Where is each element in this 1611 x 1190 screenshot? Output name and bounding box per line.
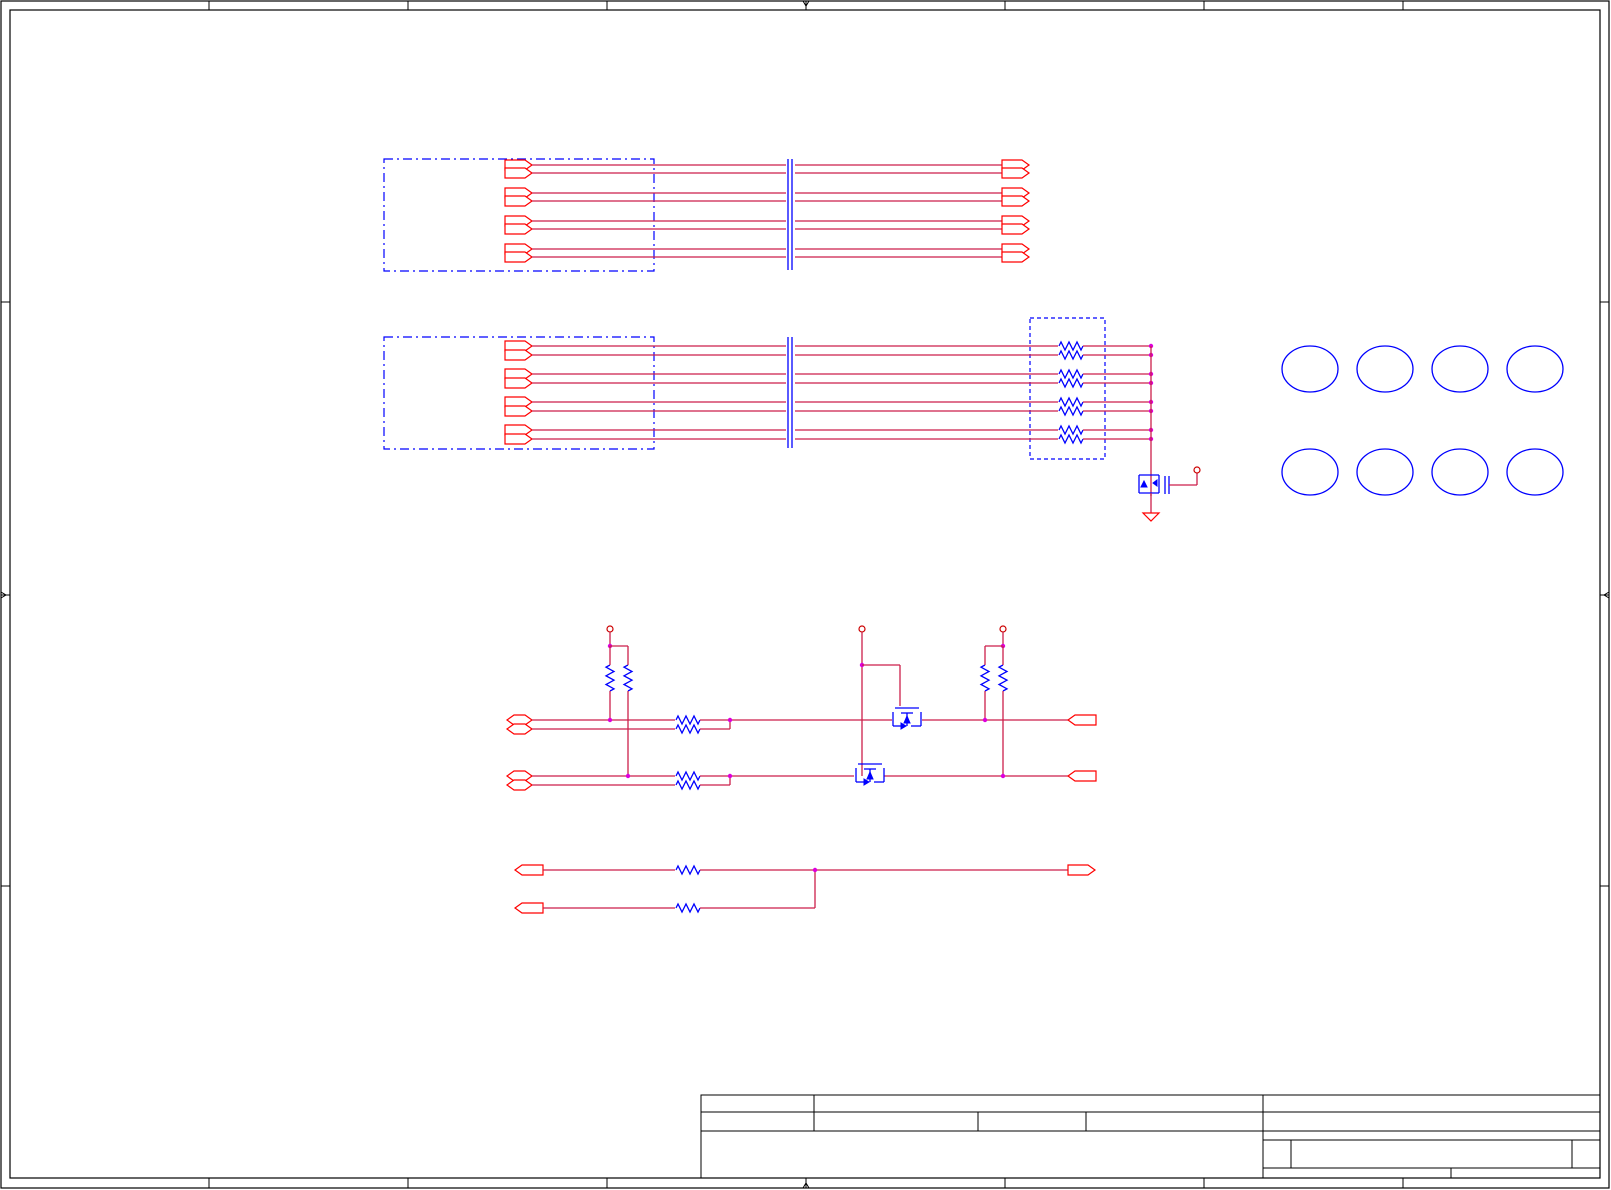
mounting-hole <box>1356 345 1414 393</box>
output-port <box>1001 251 1031 263</box>
power-pin <box>1193 466 1201 474</box>
pullup-resistor <box>622 664 634 692</box>
termination-resistor <box>1058 396 1084 408</box>
termination-resistor <box>1058 433 1084 445</box>
junction-dot <box>1000 773 1006 779</box>
output-port <box>1001 223 1031 235</box>
input-port <box>504 349 534 361</box>
junction-dot <box>727 717 733 723</box>
input-port <box>504 223 534 235</box>
schematic-sheet <box>0 0 1611 1190</box>
termination-resistor <box>1058 424 1084 436</box>
input-port <box>504 433 534 445</box>
junction-dot <box>982 717 988 723</box>
termination-resistor <box>1058 405 1084 417</box>
input-port <box>504 405 534 417</box>
mounting-hole <box>1281 345 1339 393</box>
mounting-hole <box>1431 345 1489 393</box>
output-port <box>1066 770 1097 782</box>
mounting-hole <box>1506 345 1564 393</box>
junction-dot <box>727 773 733 779</box>
pullup-resistor <box>997 664 1009 692</box>
power-pin <box>606 625 614 633</box>
termination-resistor <box>1058 368 1084 380</box>
mounting-hole <box>1281 448 1339 496</box>
ground-symbol <box>1141 512 1161 522</box>
input-port <box>504 167 534 179</box>
input-port <box>504 251 534 263</box>
outer-border <box>0 0 1610 1189</box>
series-resistor <box>675 714 701 726</box>
bidirectional-port <box>505 723 534 735</box>
power-pin <box>858 625 866 633</box>
output-port <box>1066 714 1097 726</box>
output-port <box>1067 864 1097 876</box>
mounting-hole <box>1506 448 1564 496</box>
series-resistor <box>675 864 701 876</box>
series-resistor <box>675 902 701 914</box>
zone-ticks <box>0 0 1610 1189</box>
output-port <box>1001 195 1031 207</box>
series-resistor <box>675 779 701 791</box>
junction-dot <box>812 867 818 873</box>
top-bus-group <box>383 158 1031 272</box>
level-shifter-section <box>505 625 1097 791</box>
title-block-outline <box>700 1094 1601 1179</box>
series-resistor <box>675 770 701 782</box>
mounting-holes <box>1281 345 1564 496</box>
bottom-signal-section <box>513 864 1097 914</box>
input-port <box>504 377 534 389</box>
mosfet-upper <box>892 707 922 730</box>
output-port <box>1001 167 1031 179</box>
mounting-hole <box>1431 448 1489 496</box>
termination-resistor <box>1058 349 1084 361</box>
termination-resistor <box>1058 340 1084 352</box>
termination-resistor <box>1058 377 1084 389</box>
pullup-resistor <box>979 664 991 692</box>
junction-dot <box>607 717 613 723</box>
mosfet-arrow <box>863 778 870 786</box>
fet-arrow <box>1152 479 1158 487</box>
junction-dot <box>625 773 631 779</box>
mosfet-lower <box>855 763 885 786</box>
pullup-resistor <box>604 664 616 692</box>
mid-bus-group <box>383 317 1201 522</box>
mosfet-arrow <box>900 722 907 730</box>
power-pin <box>999 625 1007 633</box>
title-block <box>700 1094 1601 1179</box>
drawing-frame <box>0 0 1610 1189</box>
series-resistor <box>675 723 701 735</box>
input-port <box>513 864 544 876</box>
input-port <box>513 902 544 914</box>
bidirectional-port <box>505 779 534 791</box>
fet-diode <box>1140 479 1148 488</box>
inner-border <box>9 9 1601 1179</box>
input-port <box>504 195 534 207</box>
schematic-canvas <box>0 0 1610 1189</box>
mounting-hole <box>1356 448 1414 496</box>
